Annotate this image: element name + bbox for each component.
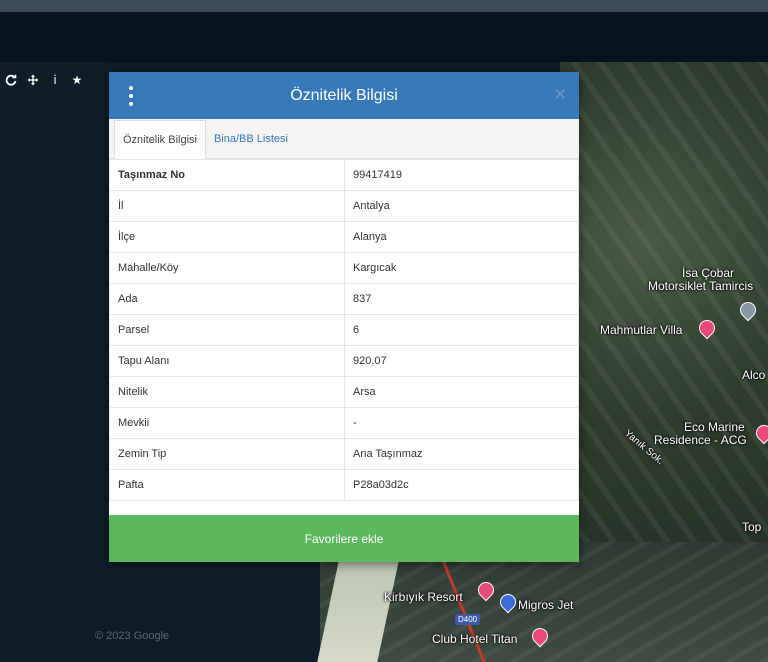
row-key: Ada bbox=[109, 283, 345, 315]
row-value: 6 bbox=[344, 314, 579, 346]
row-key: Zemin Tip bbox=[109, 438, 345, 470]
row-key: İlçe bbox=[109, 221, 345, 253]
map-label-motorsiklet: Motorsiklet Tamircis bbox=[648, 279, 754, 293]
row-key: Parsel bbox=[109, 314, 345, 346]
attribute-table: Taşınmaz No 99417419 İl Antalya İlçe Ala… bbox=[109, 159, 579, 501]
top-bar bbox=[0, 0, 768, 12]
add-to-favorites-button[interactable]: Favorilere ekle bbox=[109, 515, 579, 562]
kebab-menu-icon[interactable] bbox=[127, 86, 135, 106]
map-label-club-hotel: Club Hotel Titan bbox=[432, 632, 518, 646]
row-value: 99417419 bbox=[344, 159, 579, 191]
table-row: Zemin Tip Ana Taşınmaz bbox=[109, 438, 579, 470]
map-label-top: Top bbox=[742, 520, 762, 534]
info-icon[interactable]: i bbox=[44, 70, 66, 90]
row-value: Arsa bbox=[344, 376, 579, 408]
row-key: Mahalle/Köy bbox=[109, 252, 345, 284]
dialog-header: Öznitelik Bilgisi × bbox=[109, 72, 579, 119]
map-label-migros: Migros Jet bbox=[518, 598, 574, 612]
table-row: İlçe Alanya bbox=[109, 221, 579, 253]
row-key: Mevkii bbox=[109, 407, 345, 439]
table-row: Ada 837 bbox=[109, 283, 579, 315]
table-row: Tapu Alanı 920,07 bbox=[109, 345, 579, 377]
table-row: Mahalle/Köy Kargıcak bbox=[109, 252, 579, 284]
row-value: Kargıcak bbox=[344, 252, 579, 284]
table-row: Taşınmaz No 99417419 bbox=[109, 159, 579, 191]
row-value: P28a03d2c bbox=[344, 469, 579, 501]
row-value: Alanya bbox=[344, 221, 579, 253]
map-toolbar: i ★ bbox=[0, 70, 88, 90]
table-row: Mevkii - bbox=[109, 407, 579, 439]
star-icon[interactable]: ★ bbox=[66, 70, 88, 90]
dialog-title: Öznitelik Bilgisi bbox=[290, 86, 398, 104]
row-value: 837 bbox=[344, 283, 579, 315]
map-copyright: © 2023 Google bbox=[95, 630, 170, 642]
refresh-icon[interactable] bbox=[0, 70, 22, 90]
row-value: 920,07 bbox=[344, 345, 579, 377]
tab-oznitelik-bilgisi[interactable]: Öznitelik Bilgisi bbox=[114, 120, 206, 159]
attribute-dialog: Öznitelik Bilgisi × Öznitelik Bilgisi Bi… bbox=[109, 72, 579, 562]
map-label-kirbiyik: Kirbıyık Resort bbox=[384, 590, 463, 604]
map-label-mahmutlar-villa: Mahmutlar Villa bbox=[600, 323, 683, 337]
close-icon[interactable]: × bbox=[554, 84, 567, 103]
header-band bbox=[0, 12, 768, 62]
map-label-eco-marine: Eco Marine bbox=[684, 420, 745, 434]
tab-bina-bb-listesi[interactable]: Bina/BB Listesi bbox=[206, 120, 296, 158]
row-value: - bbox=[344, 407, 579, 439]
map-label-isa-cobar: İsa Çobar bbox=[682, 266, 735, 280]
map-label-alco: Alco bbox=[742, 368, 766, 382]
dialog-tabs: Öznitelik Bilgisi Bina/BB Listesi bbox=[109, 119, 579, 159]
row-value: Ana Taşınmaz bbox=[344, 438, 579, 470]
table-row: Parsel 6 bbox=[109, 314, 579, 346]
map-label-eco-marine-residence: Residence - ACG bbox=[654, 433, 747, 447]
row-key: Taşınmaz No bbox=[109, 159, 345, 191]
table-row: Nitelik Arsa bbox=[109, 376, 579, 408]
move-icon[interactable] bbox=[22, 70, 44, 90]
row-key: İl bbox=[109, 190, 345, 222]
row-key: Nitelik bbox=[109, 376, 345, 408]
row-key: Tapu Alanı bbox=[109, 345, 345, 377]
table-row: Pafta P28a03d2c bbox=[109, 469, 579, 501]
road-code-badge: D400 bbox=[455, 614, 481, 625]
row-value: Antalya bbox=[344, 190, 579, 222]
table-row: İl Antalya bbox=[109, 190, 579, 222]
row-key: Pafta bbox=[109, 469, 345, 501]
